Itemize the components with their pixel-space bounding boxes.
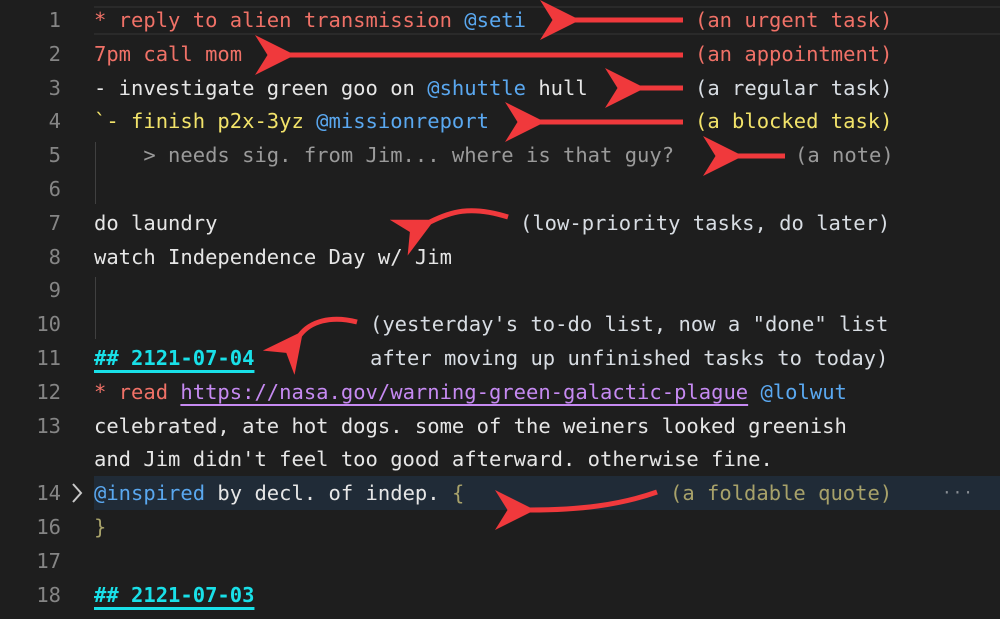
line-number: 5: [48, 143, 61, 168]
line-number: 8: [48, 244, 61, 269]
text-segment: `- finish p2x-3yz: [94, 109, 317, 134]
line-content: `- finish p2x-3yz @missionreport: [94, 104, 489, 138]
text-segment: celebrated, ate hot dogs. some of the we…: [94, 413, 847, 438]
text-segment: 7pm call mom: [94, 41, 243, 66]
text-segment: {: [451, 481, 465, 506]
text-segment: hull: [526, 75, 588, 100]
editor-line-8[interactable]: 8 watch Independence Day w/ Jim: [0, 240, 1000, 274]
mention-tag: @shuttle: [427, 75, 526, 100]
editor-line-16[interactable]: 16}: [0, 510, 1000, 544]
editor-line-wrap[interactable]: and Jim didn't feel too good afterward. …: [0, 442, 1000, 476]
editor-line-7[interactable]: 7 do laundry (low-priority tasks, do later…: [0, 206, 1000, 240]
annotation-label: (a foldable quote): [670, 481, 893, 506]
line-number: 9: [48, 278, 61, 303]
annotation-label: (a regular task): [695, 75, 893, 100]
annotation-label: (low-priority tasks, do later): [520, 210, 891, 235]
editor-line-14[interactable]: 14 @inspired by decl. of indep. { (a folda…: [0, 476, 1000, 511]
text-editor[interactable]: 1 * reply to alien transmission @seti (an …: [0, 0, 1000, 619]
editor-line-10[interactable]: 10 (yesterday's to-do list, now a "done" …: [0, 307, 1000, 341]
annotation-label: (an appointment): [695, 41, 893, 66]
line-content: > needs sig. from Jim... where is that g…: [94, 138, 674, 172]
mention-tag: @lolwut: [760, 379, 847, 404]
editor-line-12[interactable]: 12 * read https://nasa.gov/warning-green-…: [0, 375, 1000, 409]
line-content: * reply to alien transmission @seti: [94, 3, 526, 37]
date-heading: ## 2121-07-04: [94, 346, 255, 370]
folded-ellipsis-icon[interactable]: ···: [942, 476, 974, 510]
annotation-label: (a blocked task): [695, 109, 893, 134]
editor-line-3[interactable]: 3 - investigate green goo on @shuttle hul…: [0, 71, 1000, 105]
annotation-label: (yesterday's to-do list, now a "done" li…: [370, 312, 889, 337]
text-segment: * read: [94, 379, 181, 404]
text-segment: and Jim didn't feel too good afterward. …: [94, 447, 773, 472]
line-number: 4: [48, 109, 61, 134]
date-heading: ## 2121-07-03: [94, 582, 255, 607]
text-segment: }: [94, 515, 107, 539]
line-content: * read https://nasa.gov/warning-green-ga…: [94, 375, 847, 409]
text-segment: by decl. of indep.: [205, 481, 452, 506]
text-segment: [748, 380, 760, 404]
editor-line-6[interactable]: 6: [0, 172, 1000, 206]
editor-line-5[interactable]: 5 > needs sig. from Jim... where is that…: [0, 138, 1000, 172]
line-number: 18: [36, 582, 61, 607]
editor-line-4[interactable]: 4 `- finish p2x-3yz @missionreport (a bloc…: [0, 104, 1000, 138]
url-link[interactable]: https://nasa.gov/warning-green-galactic-…: [180, 380, 748, 404]
editor-line-18[interactable]: 18 ## 2121-07-03: [0, 578, 1000, 612]
editor-line-17[interactable]: 17: [0, 544, 1000, 578]
line-number: 7: [48, 210, 61, 235]
line-number: 10: [36, 312, 61, 337]
mention-tag: @missionreport: [316, 109, 489, 134]
line-content: 7pm call mom: [94, 37, 242, 71]
text-segment: - investigate green goo on: [94, 75, 428, 100]
line-content: }: [94, 510, 106, 544]
line-content: ## 2121-07-03: [94, 578, 254, 612]
line-content: celebrated, ate hot dogs. some of the we…: [94, 409, 847, 443]
line-number: 3: [48, 75, 61, 100]
annotation-label: (an urgent task): [695, 8, 893, 32]
line-number: 13: [36, 413, 61, 438]
mention-tag: @inspired: [94, 481, 206, 506]
editor-line-9[interactable]: 9: [0, 273, 1000, 307]
chevron-right-icon[interactable]: [70, 476, 84, 510]
line-content: - investigate green goo on @shuttle hull: [94, 71, 588, 105]
editor-line-2[interactable]: 2 7pm call mom (an appointment): [0, 37, 1000, 71]
text-segment: * reply to alien transmission: [94, 8, 465, 32]
editor-line-1[interactable]: 1 * reply to alien transmission @seti (an …: [0, 3, 1000, 37]
line-number: 12: [36, 379, 61, 404]
editor-line-11[interactable]: 11 ## 2121-07-04 after moving up unfinishe…: [0, 341, 1000, 375]
line-number: 14: [36, 481, 61, 506]
line-content: watch Independence Day w/ Jim: [94, 240, 452, 274]
line-number: 1: [48, 8, 61, 32]
line-content: and Jim didn't feel too good afterward. …: [94, 442, 773, 476]
annotation-label: after moving up unfinished tasks to toda…: [370, 346, 889, 370]
text-segment: do laundry: [94, 210, 218, 235]
line-number: 6: [48, 177, 61, 201]
editor-line-13[interactable]: 13 celebrated, ate hot dogs. some of the …: [0, 409, 1000, 443]
line-number: 17: [36, 548, 61, 573]
line-content: ## 2121-07-04: [94, 341, 254, 375]
text-segment: > needs sig. from Jim... where is that g…: [94, 143, 675, 168]
line-number: 2: [48, 41, 61, 66]
annotation-label: (a note): [795, 143, 894, 168]
mention-tag: @seti: [464, 8, 526, 32]
text-segment: watch Independence Day w/ Jim: [94, 244, 452, 269]
line-content: @inspired by decl. of indep. {: [94, 476, 464, 510]
line-content: do laundry: [94, 206, 217, 240]
line-number: 16: [36, 515, 61, 539]
line-number: 11: [36, 346, 61, 370]
